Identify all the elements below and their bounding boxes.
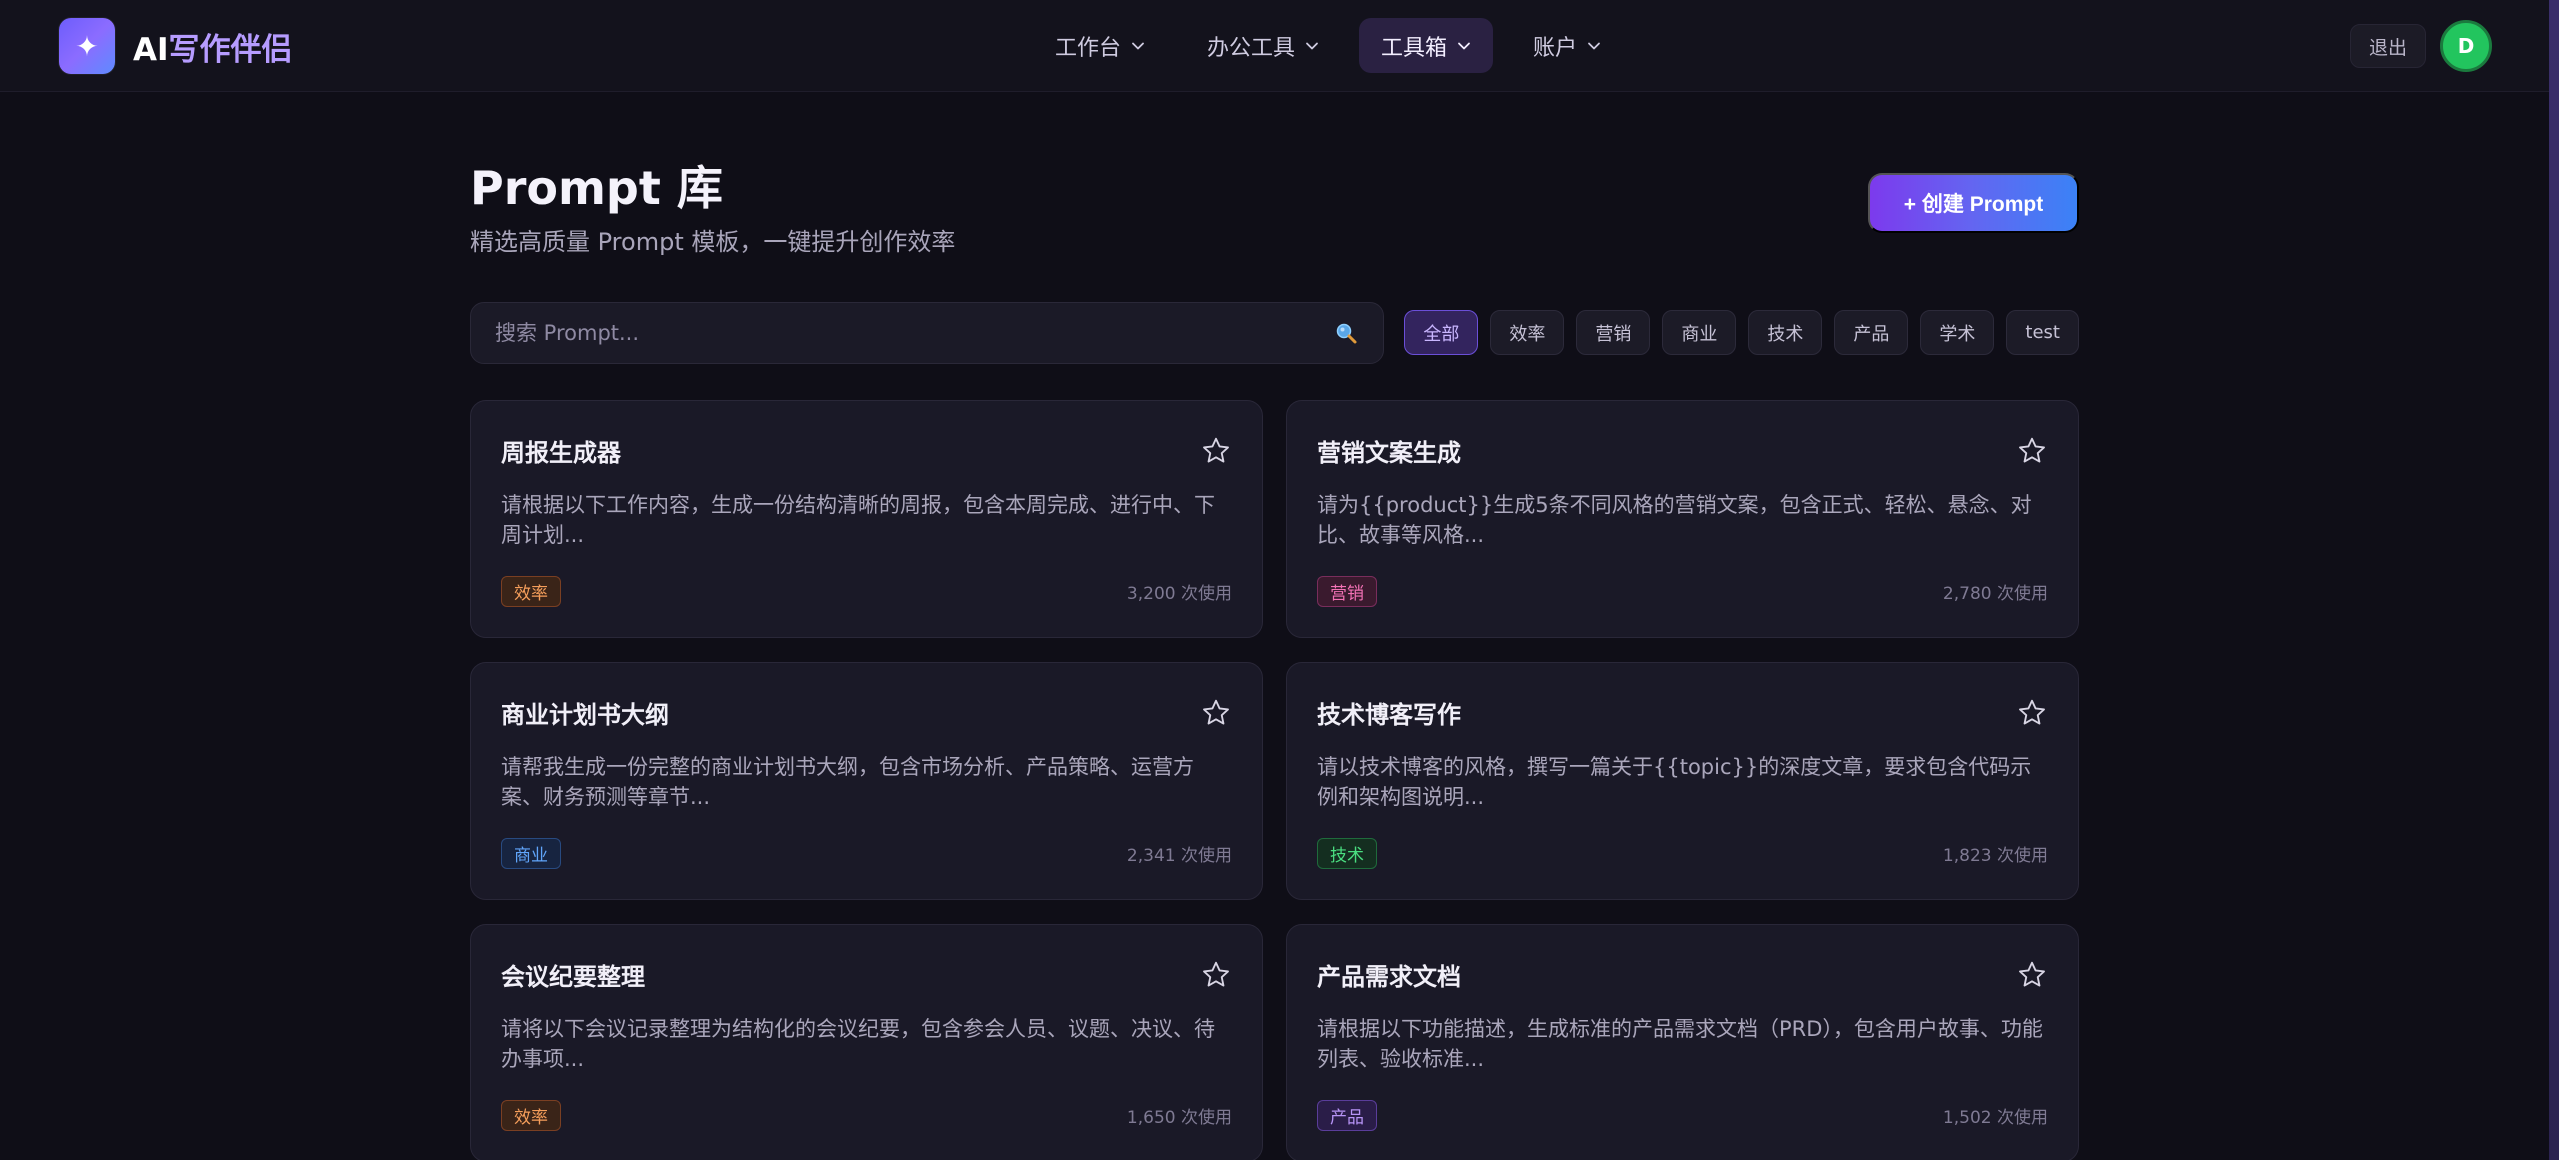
card-description: 请将以下会议记录整理为结构化的会议纪要，包含参会人员、议题、决议、待办事项... <box>501 1017 1215 1071</box>
category-tag: 效率 <box>501 576 561 607</box>
chevron-down-icon <box>1587 39 1601 53</box>
card-title: 产品需求文档 <box>1317 963 1461 991</box>
usage-count: 3,200 次使用 <box>1126 584 1232 604</box>
category-tag: 商业 <box>501 838 561 869</box>
filter-chip-all[interactable]: 全部 <box>1404 310 1479 355</box>
card-footer: 效率 3,200 次使用 <box>501 576 1232 607</box>
usage-count: 2,341 次使用 <box>1126 846 1232 866</box>
prompt-card[interactable]: 会议纪要整理 请将以下会议记录整理为结构化的会议纪要，包含参会人员、议题、决议、… <box>470 924 1263 1160</box>
search-icon[interactable] <box>1333 320 1359 346</box>
chevron-down-icon <box>1457 39 1471 53</box>
search-bar <box>470 302 1384 364</box>
nav-item-toolbox[interactable]: 工具箱 <box>1359 18 1494 73</box>
nav-item-label: 账户 <box>1533 35 1578 61</box>
card-description: 请帮我生成一份完整的商业计划书大纲，包含市场分析、产品策略、运营方案、财务预测等… <box>501 755 1194 809</box>
card-description: 请为{{product}}生成5条不同风格的营销文案，包含正式、轻松、悬念、对比… <box>1317 493 2032 547</box>
card-footer: 商业 2,341 次使用 <box>501 838 1232 869</box>
main-menu: 工作台 办公工具 工具箱 账户 <box>1033 18 1623 73</box>
card-title: 营销文案生成 <box>1317 439 1461 467</box>
app-name-prefix: AI <box>133 31 169 68</box>
card-description: 请根据以下工作内容，生成一份结构清晰的周报，包含本周完成、进行中、下周计划... <box>501 493 1215 547</box>
card-footer: 效率 1,650 次使用 <box>501 1100 1232 1131</box>
category-tag: 营销 <box>1317 576 1377 607</box>
category-tag: 效率 <box>501 1100 561 1131</box>
filter-chip-efficiency[interactable]: 效率 <box>1490 310 1565 355</box>
prompt-card[interactable]: 产品需求文档 请根据以下功能描述，生成标准的产品需求文档（PRD），包含用户故事… <box>1286 924 2079 1160</box>
usage-count: 1,650 次使用 <box>1126 1108 1232 1128</box>
user-area: 退出 D <box>2349 20 2492 72</box>
page-subtitle: 精选高质量 Prompt 模板，一键提升创作效率 <box>470 228 956 256</box>
star-icon[interactable] <box>2016 959 2048 991</box>
page-title: Prompt 库 <box>470 161 723 215</box>
prompt-card[interactable]: 商业计划书大纲 请帮我生成一份完整的商业计划书大纲，包含市场分析、产品策略、运营… <box>470 662 1263 900</box>
category-tag: 技术 <box>1317 838 1377 869</box>
filter-chip-tech[interactable]: 技术 <box>1748 310 1823 355</box>
logout-button[interactable]: 退出 <box>2349 24 2426 68</box>
prompt-card[interactable]: 技术博客写作 请以技术博客的风格，撰写一篇关于{{topic}}的深度文章，要求… <box>1286 662 2079 900</box>
category-filters: 全部 效率 营销 商业 技术 产品 学术 test <box>1404 310 2079 355</box>
nav-item-label: 办公工具 <box>1207 35 1296 61</box>
prompt-card[interactable]: 周报生成器 请根据以下工作内容，生成一份结构清晰的周报，包含本周完成、进行中、下… <box>470 400 1263 638</box>
nav-item-label: 工作台 <box>1055 35 1122 61</box>
card-footer: 营销 2,780 次使用 <box>1317 576 2048 607</box>
star-icon[interactable] <box>1200 959 1232 991</box>
usage-count: 1,823 次使用 <box>1942 846 2048 866</box>
star-icon[interactable] <box>2016 697 2048 729</box>
scrollbar[interactable] <box>2549 0 2559 1160</box>
prompt-card-grid: 周报生成器 请根据以下工作内容，生成一份结构清晰的周报，包含本周完成、进行中、下… <box>470 400 2079 1160</box>
avatar[interactable]: D <box>2440 20 2492 72</box>
star-icon[interactable] <box>1200 697 1232 729</box>
star-icon[interactable] <box>2016 435 2048 467</box>
usage-count: 1,502 次使用 <box>1942 1108 2048 1128</box>
chevron-down-icon <box>1131 39 1145 53</box>
nav-item-office-tools[interactable]: 办公工具 <box>1185 18 1341 73</box>
card-footer: 产品 1,502 次使用 <box>1317 1100 2048 1131</box>
card-description: 请根据以下功能描述，生成标准的产品需求文档（PRD），包含用户故事、功能列表、验… <box>1317 1017 2043 1071</box>
category-tag: 产品 <box>1317 1100 1377 1131</box>
card-title: 商业计划书大纲 <box>501 701 669 729</box>
nav-item-workbench[interactable]: 工作台 <box>1033 18 1167 73</box>
card-title: 会议纪要整理 <box>501 963 645 991</box>
top-nav: ✦ AI写作伴侣 工作台 办公工具 工具箱 账户 退出 D <box>0 0 2559 92</box>
app-logo[interactable]: ✦ AI写作伴侣 <box>59 18 293 74</box>
chevron-down-icon <box>1305 39 1319 53</box>
star-icon[interactable] <box>1200 435 1232 467</box>
app-name: AI写作伴侣 <box>133 24 293 69</box>
nav-item-account[interactable]: 账户 <box>1511 18 1623 73</box>
prompt-card[interactable]: 营销文案生成 请为{{product}}生成5条不同风格的营销文案，包含正式、轻… <box>1286 400 2079 638</box>
card-title: 技术博客写作 <box>1317 701 1461 729</box>
filter-chip-business[interactable]: 商业 <box>1662 310 1737 355</box>
app-name-suffix: 写作伴侣 <box>168 31 293 68</box>
search-input[interactable] <box>495 321 1333 345</box>
filter-chip-academic[interactable]: 学术 <box>1920 310 1995 355</box>
filter-chip-product[interactable]: 产品 <box>1834 310 1909 355</box>
card-title: 周报生成器 <box>501 439 621 467</box>
usage-count: 2,780 次使用 <box>1942 584 2048 604</box>
filter-chip-test[interactable]: test <box>2006 310 2079 355</box>
nav-item-label: 工具箱 <box>1381 35 1448 61</box>
logo-icon: ✦ <box>59 18 115 74</box>
card-footer: 技术 1,823 次使用 <box>1317 838 2048 869</box>
create-prompt-button[interactable]: + 创建 Prompt <box>1868 173 2079 233</box>
filter-chip-marketing[interactable]: 营销 <box>1576 310 1651 355</box>
card-description: 请以技术博客的风格，撰写一篇关于{{topic}}的深度文章，要求包含代码示例和… <box>1317 755 2032 809</box>
